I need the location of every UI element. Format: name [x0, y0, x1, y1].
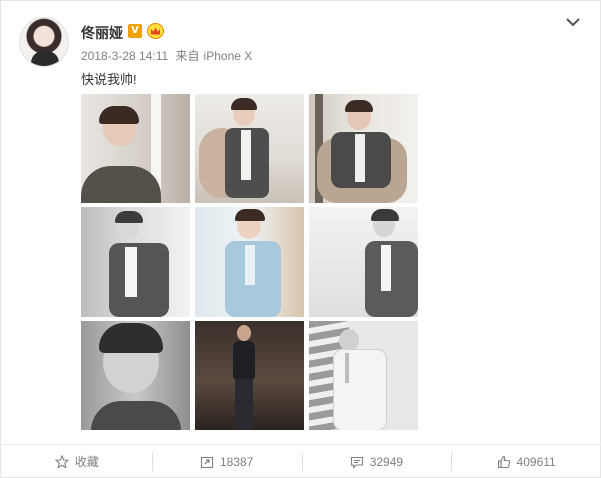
thumbs-up-icon [497, 455, 510, 468]
post-text: 快说我帅! [81, 72, 137, 87]
photo-1[interactable] [81, 94, 190, 203]
photo-7[interactable] [81, 321, 190, 430]
photo-9[interactable] [309, 321, 418, 430]
comment-count: 32949 [369, 454, 404, 469]
repost-count: 18387 [219, 454, 254, 469]
member-crown-icon[interactable] [147, 23, 164, 39]
repost-icon [200, 456, 213, 468]
photo-3[interactable] [309, 94, 418, 203]
action-bar: 收藏 18387 32949 409611 [2, 444, 601, 478]
chevron-down-icon[interactable] [564, 15, 582, 29]
verified-badge-icon[interactable]: V [128, 24, 142, 38]
like-count: 409611 [516, 454, 556, 469]
star-icon [54, 454, 69, 469]
post-meta: 2018-3-28 14:11 来自 iPhone X [81, 47, 256, 64]
favorite-button[interactable]: 收藏 [2, 445, 152, 478]
like-button[interactable]: 409611 [451, 445, 601, 478]
weibo-post-card: 佟丽娅 V 2018-3-28 14:11 来自 iPhone X 快说我帅! [0, 0, 601, 478]
post-source-prefix: 来自 [175, 49, 200, 63]
avatar[interactable] [19, 17, 69, 67]
post-source[interactable]: iPhone X [204, 49, 253, 63]
favorite-label: 收藏 [74, 455, 99, 469]
username[interactable]: 佟丽娅 [81, 23, 123, 43]
comment-button[interactable]: 32949 [301, 445, 452, 478]
photo-4[interactable] [81, 207, 190, 317]
photo-grid [81, 94, 418, 432]
comment-icon [350, 456, 363, 469]
post-timestamp[interactable]: 2018-3-28 14:11 [81, 49, 168, 63]
photo-8[interactable] [195, 321, 304, 430]
repost-button[interactable]: 18387 [151, 445, 302, 478]
photo-5[interactable] [195, 207, 304, 317]
photo-6[interactable] [309, 207, 418, 317]
photo-2[interactable] [195, 94, 304, 203]
